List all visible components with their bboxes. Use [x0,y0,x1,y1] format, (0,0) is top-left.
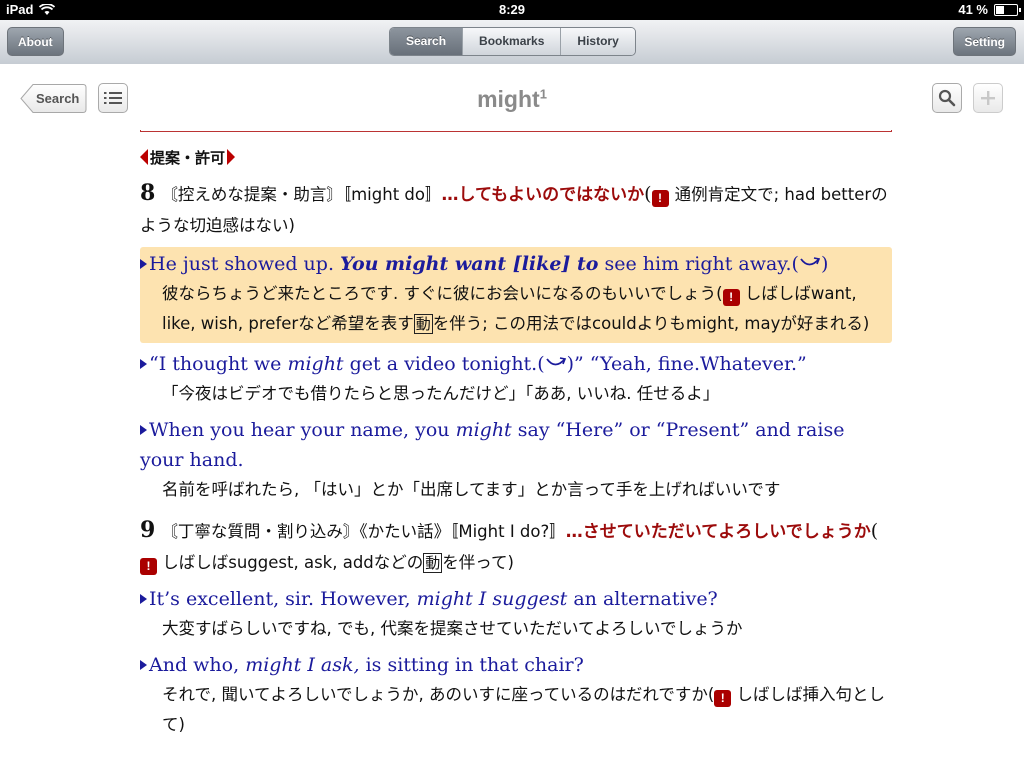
example-audio-marker-icon [140,594,147,604]
view-segmented-control: Search Bookmarks History [389,27,636,56]
sense-meaning: …してもよいのではないか [441,185,645,205]
status-bar: iPad 8:29 41 % [0,0,1024,20]
example-marker-icon [140,425,147,435]
example-emphasis: You might want [like] to [340,253,599,275]
example-translation: 彼ならちょうど来たところです. すぐに彼にお会いになるのもいいでしょう(! しば… [140,279,892,339]
example-translation: 名前を呼ばれたら, 「はい」とか「出席してます」とか言って手を上げればいいです [162,480,781,499]
example-english: It’s excellent, sir. However, might I su… [140,584,892,614]
note-open-paren: ( [870,520,879,542]
tab-search[interactable]: Search [390,28,463,55]
example-translation: 大変すばらしいですね, でも, 代案を提案させていただいてよろしいでしょうか [162,619,743,638]
section-heading: 提案・許可 [140,146,892,168]
tab-bookmarks[interactable]: Bookmarks [462,28,561,55]
about-button[interactable]: About [7,27,64,56]
example-emphasis: might I ask, [245,654,360,676]
example-translation: 「今夜はビデオでも借りたらと思ったんだけど」「ああ, いいね. 任せるよ」 [162,384,720,403]
note-icon: ! [140,558,157,575]
search-icon [938,89,956,107]
translation-text: それで, 聞いてよろしいでしょうか, あのいすに座っているのはだれですか( [162,685,715,704]
clock: 8:29 [498,2,526,17]
example-emphasis: might [287,353,344,375]
intonation-fall-icon [800,257,821,266]
example-2[interactable]: “I thought we might get a video tonight.… [140,349,892,409]
example-marker-icon [140,359,147,369]
example-text: When you hear your name, you [149,419,456,441]
battery-icon [994,3,1021,16]
add-bookmark-button[interactable] [973,83,1003,113]
example-text: “I thought we [149,353,288,375]
definition-8: 8 〘控えめな提案・助言〙〚might do〛…してもよいのではないか(! 通例… [140,178,892,241]
example-1[interactable]: He just showed up. You might want [like]… [140,247,892,343]
sense-number: 9 [140,517,156,543]
entry-content: 提案・許可 8 〘控えめな提案・助言〙〚might do〛…してもよいのではない… [140,146,892,740]
example-english: And who, might I ask, is sitting in that… [140,650,892,680]
example-translation: それで, 聞いてよろしいでしょうか, あのいすに座っているのはだれですか(! し… [140,680,892,740]
example-text: see him right away.( [598,253,799,275]
pos-verb-badge: 動 [423,553,443,573]
note-icon: ! [651,190,669,207]
pos-verb-badge: 動 [413,314,433,334]
example-english: When you hear your name, you might say “… [140,415,892,475]
example-text: get a video tonight.( [343,353,545,375]
example-4[interactable]: It’s excellent, sir. However, might I su… [140,584,892,644]
note-open-paren: ( [644,183,652,205]
sense-labels: 〘控えめな提案・助言〙〚might do〛 [161,185,442,204]
bracket-left-icon [140,149,148,165]
previous-entry-border [140,130,892,132]
tab-history[interactable]: History [560,28,635,55]
example-text: And who, [149,654,246,676]
sense-note: しばしばsuggest, ask, addなどの [157,553,424,572]
example-audio-marker-icon [140,259,147,269]
note-icon: ! [714,690,732,707]
example-text: is sitting in that chair? [359,654,584,676]
top-toolbar: About Search Bookmarks History Setting [0,20,1024,65]
example-3[interactable]: When you hear your name, you might say “… [140,415,892,505]
sense-labels: 〘丁寧な質問・割り込み〙《かたい話》〚Might I do?〛 [161,522,566,541]
entry-nav-bar: Search might1 [0,64,1024,134]
sense-number: 8 [140,180,156,206]
example-text: an alternative? [567,588,718,610]
battery-percent: 41 % [958,2,988,17]
setting-button[interactable]: Setting [953,27,1016,56]
entry-headword: might [477,86,540,112]
definition-9: 9 〘丁寧な質問・割り込み〙《かたい話》〚Might I do?〛…させていただ… [140,515,892,578]
example-english: He just showed up. You might want [like]… [140,249,892,279]
entry-homograph-number: 1 [539,86,547,102]
intonation-fall-icon [545,357,566,366]
example-text: ) [820,253,829,275]
example-emphasis: might [455,419,512,441]
find-in-page-button[interactable] [932,83,962,113]
example-text: He just showed up. [149,253,341,275]
translation-text: を伴う; この用法ではcouldよりもmight, mayが好まれる) [432,314,870,333]
entry-title: might1 [0,86,1024,113]
plus-icon [981,91,995,105]
sense-meaning: …させていただいてよろしいでしょうか [565,522,871,542]
example-english: “I thought we might get a video tonight.… [140,349,892,379]
example-text: It’s excellent, sir. However, [149,588,417,610]
example-5[interactable]: And who, might I ask, is sitting in that… [140,650,892,740]
example-marker-icon [140,660,147,670]
sense-note: を伴って) [442,553,514,572]
bracket-right-icon [227,149,236,165]
section-label: 提案・許可 [150,148,226,167]
example-text: )” “Yeah, fine.Whatever.” [566,353,807,375]
translation-text: 彼ならちょうど来たところです. すぐに彼にお会いになるのもいいでしょう( [162,284,723,303]
example-emphasis: might I suggest [416,588,568,610]
note-icon: ! [722,289,740,306]
